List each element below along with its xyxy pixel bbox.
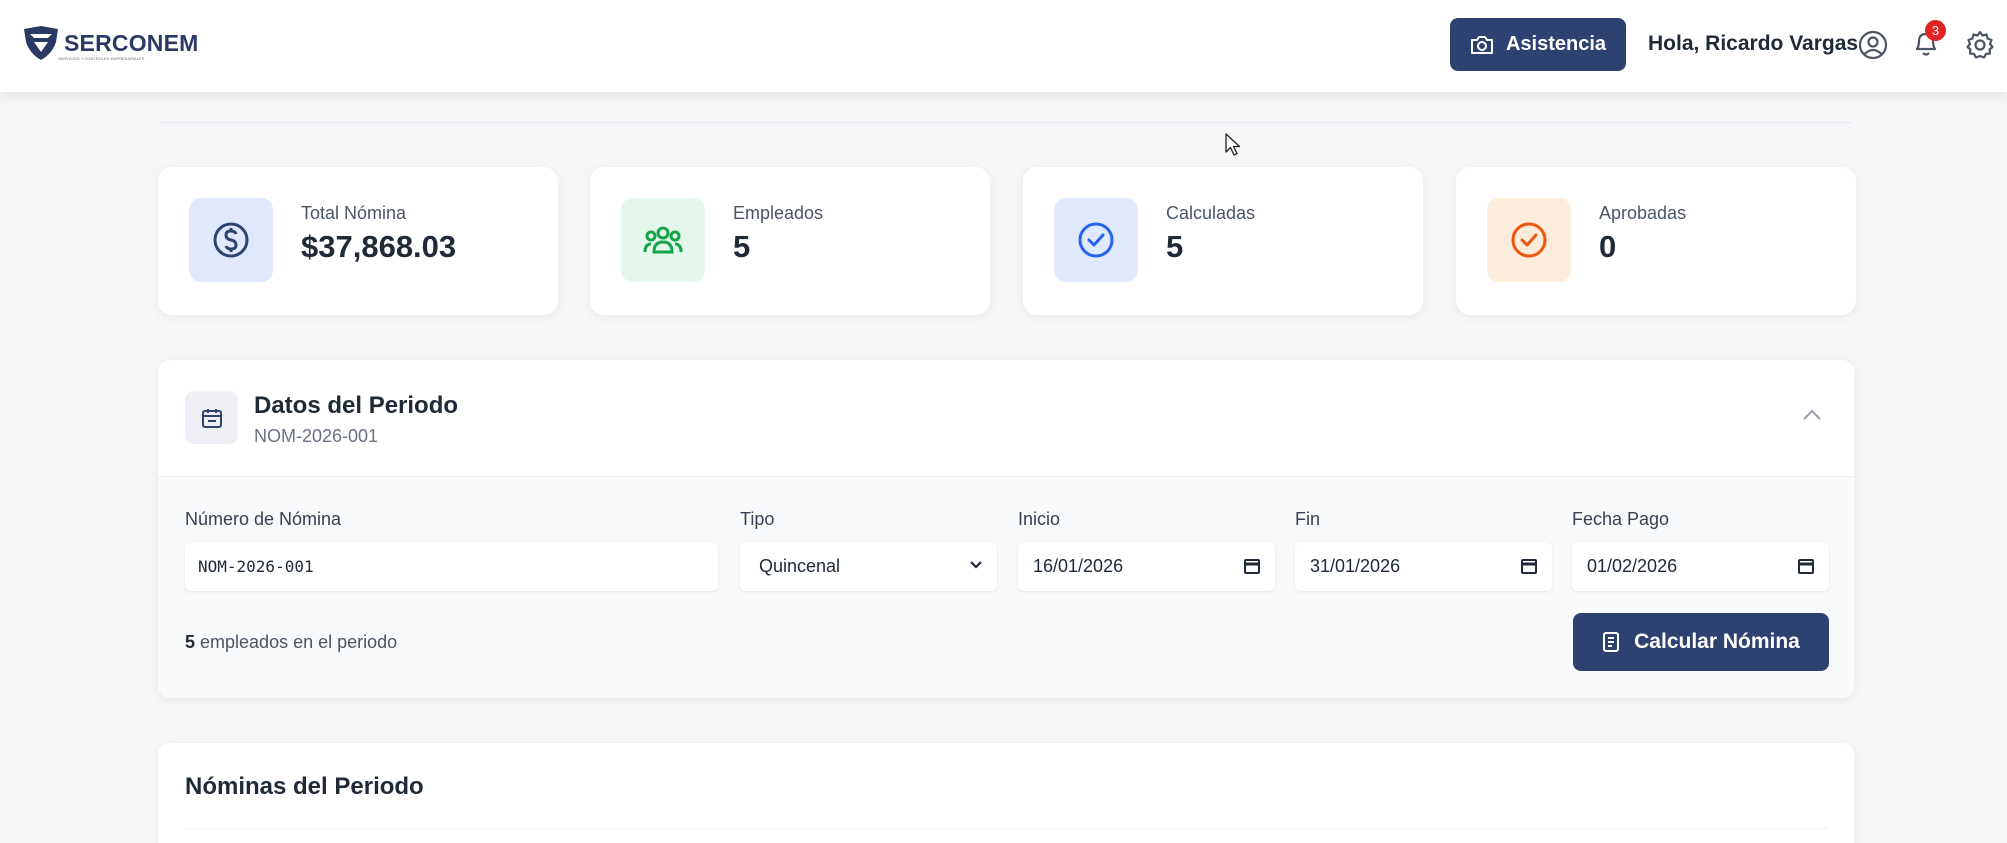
document-icon <box>1603 632 1620 652</box>
period-panel-header[interactable]: Datos del Periodo NOM-2026-001 <box>158 360 1854 477</box>
inicio-date-input[interactable]: 16/01/2026 <box>1018 542 1275 591</box>
calendar-icon[interactable] <box>1797 557 1815 575</box>
brand-name: SERCONEM <box>64 29 199 56</box>
stat-card-empleados: Empleados 5 <box>590 167 990 315</box>
fin-date-input[interactable]: 31/01/2026 <box>1295 542 1552 591</box>
dollar-icon <box>189 198 273 282</box>
tipo-label: Tipo <box>740 509 775 529</box>
numero-nomina-label: Número de Nómina <box>185 509 342 529</box>
stat-value: 5 <box>733 229 751 264</box>
stat-value: 0 <box>1599 229 1617 264</box>
numero-nomina-value: NOM-2026-001 <box>198 557 314 576</box>
stat-card-aprobadas: Aprobadas 0 <box>1456 167 1856 315</box>
calendar-icon <box>185 391 238 444</box>
employee-count-suffix: empleados en el periodo <box>195 632 398 652</box>
calcular-nomina-label: Calcular Nómina <box>1634 630 1800 653</box>
brand-logo[interactable]: SERCONEM SERVICIOS Y CONTROLES EMPRESARI… <box>22 26 199 61</box>
section-divider <box>158 122 1852 123</box>
period-subtitle: NOM-2026-001 <box>254 426 379 446</box>
gear-icon[interactable] <box>1964 29 1996 61</box>
fin-value: 31/01/2026 <box>1310 556 1401 576</box>
nominas-table-top-border <box>185 828 1827 829</box>
fecha-pago-value: 01/02/2026 <box>1587 556 1678 576</box>
employee-count-text: 5 empleados en el periodo <box>185 632 397 653</box>
calendar-icon[interactable] <box>1520 557 1538 575</box>
inicio-label: Inicio <box>1018 509 1061 529</box>
period-title: Datos del Periodo <box>254 392 459 419</box>
calendar-icon[interactable] <box>1243 557 1261 575</box>
calcular-nomina-button[interactable]: Calcular Nómina <box>1573 613 1829 671</box>
stat-label: Calculadas <box>1166 203 1256 223</box>
stat-label: Aprobadas <box>1599 203 1687 223</box>
top-navigation-bar: SERCONEM SERVICIOS Y CONTROLES EMPRESARI… <box>0 0 2007 92</box>
notification-badge: 3 <box>1925 20 1946 41</box>
asistencia-button[interactable]: Asistencia <box>1450 18 1626 71</box>
camera-icon <box>1470 35 1493 54</box>
nominas-title: Nóminas del Periodo <box>185 773 424 800</box>
check-circle-icon <box>1054 198 1138 282</box>
employee-count: 5 <box>185 632 196 652</box>
stat-value: 5 <box>1166 229 1184 264</box>
stat-label: Total Nómina <box>301 203 407 223</box>
period-panel-body: Número de Nómina NOM-2026-001 Tipo Quinc… <box>158 477 1854 698</box>
stat-card-total-nomina: Total Nómina $37,868.03 <box>158 167 558 315</box>
inicio-value: 16/01/2026 <box>1033 556 1124 576</box>
nominas-panel: Nóminas del Periodo <box>158 743 1854 843</box>
check-circle-icon <box>1487 198 1571 282</box>
stat-label: Empleados <box>733 203 824 223</box>
shield-logo-icon <box>24 26 58 60</box>
user-greeting: Hola, Ricardo Vargas <box>1648 32 1859 55</box>
user-profile-icon[interactable] <box>1857 29 1889 61</box>
users-icon <box>621 198 705 282</box>
numero-nomina-input[interactable]: NOM-2026-001 <box>185 542 718 591</box>
mouse-cursor-icon <box>1225 133 1241 156</box>
tipo-select[interactable]: Quincenal <box>740 542 997 591</box>
chevron-up-icon[interactable] <box>1802 408 1822 422</box>
brand-tagline: SERVICIOS Y CONTROLES EMPRESARIALES <box>58 56 145 61</box>
fecha-pago-date-input[interactable]: 01/02/2026 <box>1572 542 1829 591</box>
stat-card-calculadas: Calculadas 5 <box>1023 167 1423 315</box>
asistencia-label: Asistencia <box>1505 33 1607 55</box>
tipo-value: Quincenal <box>759 556 841 576</box>
fin-label: Fin <box>1295 509 1321 529</box>
period-data-panel: Datos del Periodo NOM-2026-001 Número de… <box>158 360 1854 698</box>
chevron-down-icon <box>970 561 982 569</box>
stat-value: $37,868.03 <box>301 229 457 264</box>
fecha-pago-label: Fecha Pago <box>1572 509 1670 529</box>
